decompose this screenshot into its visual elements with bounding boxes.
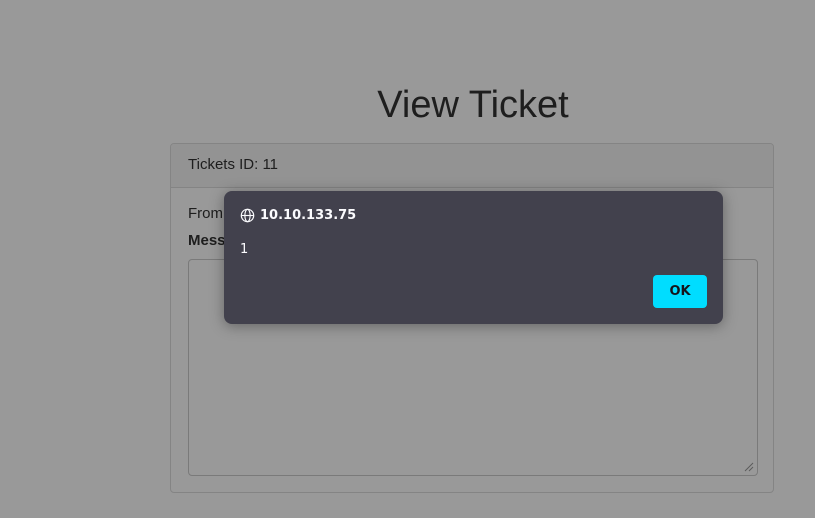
dialog-origin-text: 10.10.133.75	[260, 207, 357, 223]
alert-dialog: 10.10.133.75 1 OK	[224, 191, 723, 324]
dialog-message: 1	[240, 242, 249, 257]
ok-button[interactable]: OK	[653, 275, 707, 308]
globe-icon	[240, 208, 255, 222]
dialog-origin: 10.10.133.75	[240, 206, 356, 224]
